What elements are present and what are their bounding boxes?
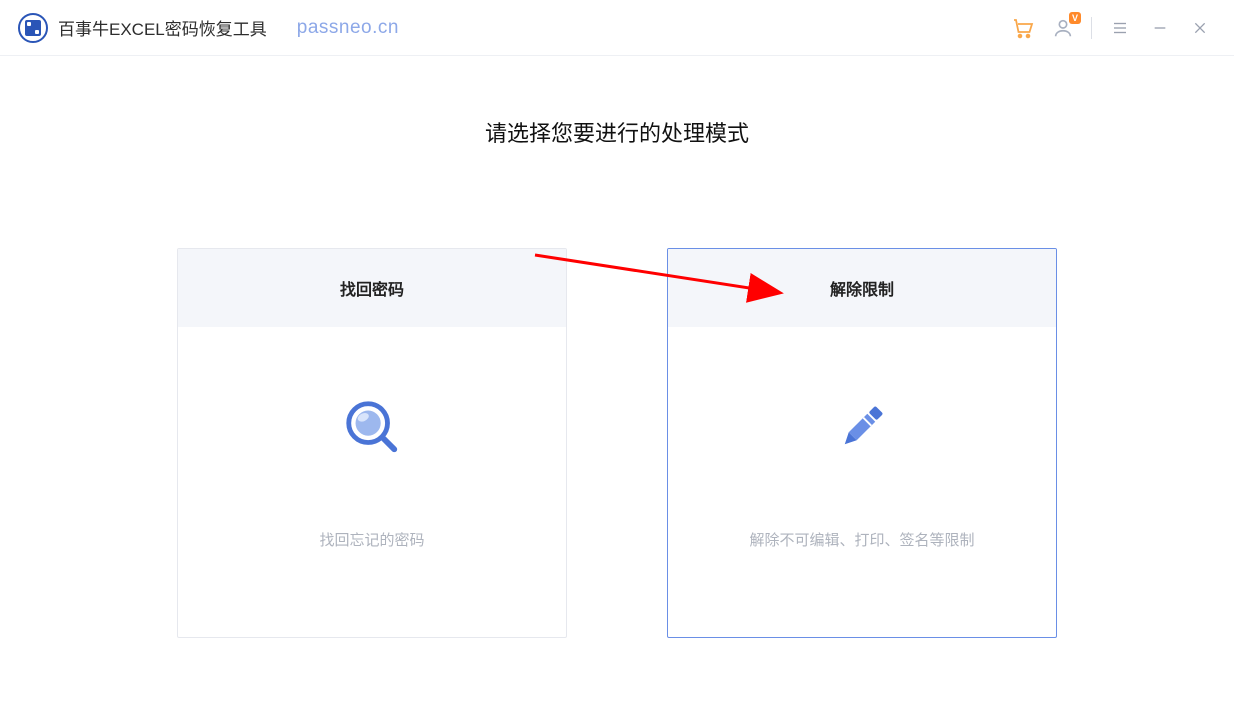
vip-badge: V: [1069, 12, 1081, 24]
card-title: 找回密码: [178, 249, 566, 327]
card-desc: 解除不可编辑、打印、签名等限制: [749, 529, 974, 550]
user-button[interactable]: V: [1043, 8, 1083, 48]
app-logo-icon: [18, 13, 48, 43]
card-recover-password[interactable]: 找回密码 找回忘记的密码: [177, 248, 567, 638]
main-content: 请选择您要进行的处理模式 找回密码 找回忘记的密码 解除限制: [0, 56, 1234, 638]
menu-button[interactable]: [1100, 8, 1140, 48]
card-body: 找回忘记的密码: [178, 327, 566, 637]
brand: 百事牛EXCEL密码恢复工具 passneo.cn: [18, 13, 399, 43]
menu-icon: [1111, 19, 1129, 37]
card-body: 解除不可编辑、打印、签名等限制: [668, 327, 1056, 637]
mode-cards: 找回密码 找回忘记的密码 解除限制: [0, 248, 1234, 638]
card-remove-restriction[interactable]: 解除限制 解除不可编辑、打印、签名等限制: [667, 248, 1057, 638]
minimize-button[interactable]: [1140, 8, 1180, 48]
card-title: 解除限制: [668, 249, 1056, 327]
cart-button[interactable]: [1003, 8, 1043, 48]
app-title: 百事牛EXCEL密码恢复工具: [58, 15, 267, 40]
page-heading: 请选择您要进行的处理模式: [0, 116, 1234, 148]
close-icon: [1192, 20, 1208, 36]
cart-icon: [1011, 16, 1035, 40]
pencil-icon: [830, 395, 894, 459]
header-actions: V: [1003, 0, 1220, 56]
minimize-icon: [1152, 20, 1168, 36]
card-desc: 找回忘记的密码: [319, 529, 424, 550]
search-icon: [340, 395, 404, 459]
separator: [1091, 17, 1092, 39]
site-url[interactable]: passneo.cn: [297, 17, 399, 39]
close-button[interactable]: [1180, 8, 1220, 48]
app-header: 百事牛EXCEL密码恢复工具 passneo.cn V: [0, 0, 1234, 56]
